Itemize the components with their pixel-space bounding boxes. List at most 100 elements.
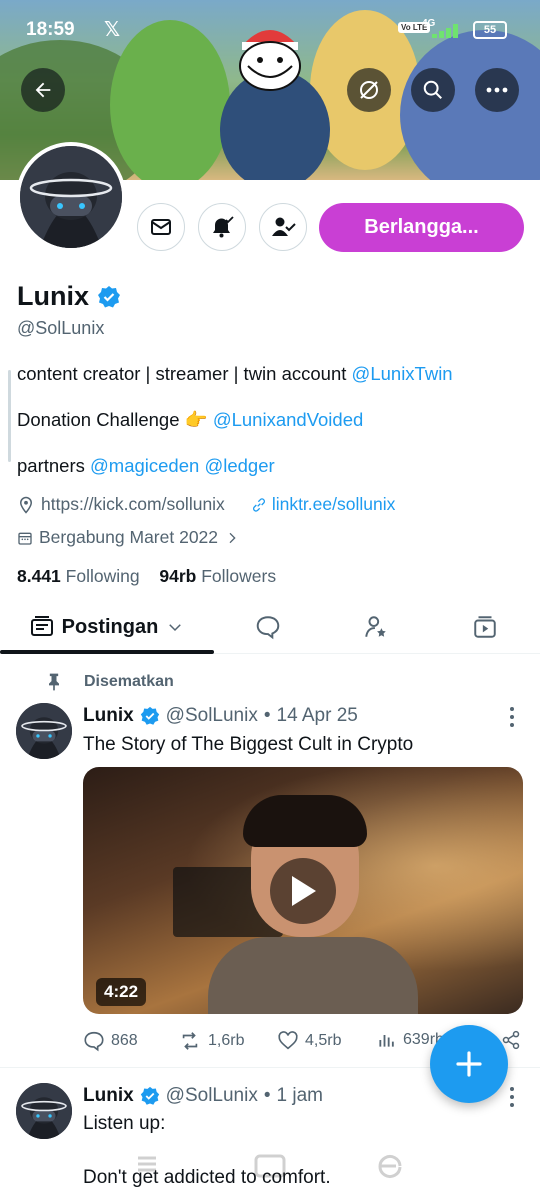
reply-button[interactable]: 868 [83, 1030, 138, 1052]
chevron-right-icon [229, 532, 236, 543]
tab-highlights[interactable] [322, 600, 430, 654]
tab-media[interactable] [430, 600, 540, 654]
mention-link[interactable]: @magiceden [90, 455, 199, 476]
profile-avatar[interactable] [16, 142, 126, 252]
post-author-handle[interactable]: @SolLunix [166, 705, 258, 727]
search-button[interactable] [411, 68, 455, 112]
system-nav-bar[interactable] [0, 1150, 540, 1190]
post-separator: • [263, 1085, 271, 1106]
bio-text: partners [17, 455, 91, 476]
avatar-image [16, 703, 72, 759]
like-button[interactable]: 4,5rb [277, 1030, 341, 1052]
more-button[interactable] [475, 68, 519, 112]
bio-line-2: Donation Challenge 👉 @LunixandVoided [17, 409, 363, 431]
linktree-text: linktr.ee/sollunix [271, 494, 396, 514]
followers-link[interactable]: 94rb Followers [159, 566, 276, 586]
post-more-button[interactable] [504, 707, 520, 727]
verified-badge-icon [140, 706, 159, 725]
person-hair-shape [243, 795, 367, 847]
bell-check-icon [213, 216, 234, 238]
repost-count: 1,6rb [208, 1032, 245, 1049]
mention-link[interactable]: @LunixTwin [352, 363, 453, 384]
more-horizontal-icon [486, 87, 508, 93]
profile-name-text: Lunix [17, 281, 89, 311]
avatar-image [16, 1083, 72, 1139]
followers-label: Followers [201, 566, 277, 586]
profile-links: https://kick.com/sollunix linktr.ee/soll… [17, 494, 395, 515]
pinned-text: Disematkan [84, 673, 174, 690]
linktree-link[interactable]: linktr.ee/sollunix [251, 494, 396, 515]
like-count: 4,5rb [305, 1032, 342, 1049]
message-button[interactable] [137, 203, 185, 251]
bio-text: content creator | streamer | twin accoun… [17, 363, 352, 384]
bar-chart-icon [379, 1035, 394, 1047]
video-duration: 4:22 [96, 978, 147, 1006]
following-link[interactable]: 8.441 Following [17, 566, 140, 586]
grok-icon [360, 81, 378, 99]
post-more-button[interactable] [504, 1087, 520, 1107]
repost-button[interactable]: 1,6rb [178, 1030, 244, 1052]
post-separator: • [263, 705, 271, 726]
post-author-handle[interactable]: @SolLunix [166, 1085, 258, 1107]
play-button[interactable] [270, 858, 336, 924]
heart-icon [278, 1031, 298, 1050]
tab-posts-label: Postingan [61, 615, 159, 638]
avatar-image [20, 146, 122, 248]
menu-icon [138, 1156, 156, 1172]
video-thumbnail[interactable]: 4:22 [83, 767, 523, 1014]
back-nav-icon [378, 1155, 402, 1178]
tab-replies[interactable] [214, 600, 322, 654]
link-icon [252, 497, 265, 512]
tab-posts-content: Postingan [30, 616, 185, 639]
post-avatar[interactable] [16, 703, 72, 759]
tab-active-indicator [0, 650, 214, 654]
reply-icon [84, 1031, 104, 1052]
chevron-down-icon [169, 624, 182, 632]
post-avatar[interactable] [16, 1083, 72, 1139]
joined-text: Bergabung Maret 2022 [39, 527, 219, 547]
profile-name: Lunix [17, 281, 121, 312]
notifications-button[interactable] [198, 203, 246, 251]
tab-posts[interactable]: Postingan [0, 600, 214, 654]
arrow-left-icon [35, 82, 51, 98]
battery-level: 55 [473, 21, 507, 39]
followers-count: 94rb [159, 566, 197, 586]
post-author-name[interactable]: Lunix [83, 705, 134, 727]
plus-icon [456, 1051, 482, 1077]
person-check-icon [272, 217, 296, 236]
repost-icon [182, 1032, 198, 1050]
grok-button[interactable] [347, 68, 391, 112]
mention-link[interactable]: @ledger [204, 455, 274, 476]
play-icon [292, 876, 316, 906]
post-date[interactable]: 14 Apr 25 [277, 705, 358, 727]
pin-icon [49, 673, 59, 691]
post-text-line-1: Listen up: [83, 1113, 166, 1134]
chat-bubble-icon [256, 616, 280, 640]
following-count: 8.441 [17, 566, 61, 586]
mention-link[interactable]: @LunixandVoided [213, 409, 363, 430]
joined-date[interactable]: Bergabung Maret 2022 [17, 527, 240, 548]
post-author-name[interactable]: Lunix [83, 1085, 134, 1107]
scrollbar[interactable] [8, 370, 11, 462]
bio-line-3: partners @magiceden @ledger [17, 455, 275, 477]
back-button[interactable] [21, 68, 65, 112]
verified-badge-icon[interactable] [97, 285, 121, 309]
verified-badge-icon [140, 1086, 159, 1105]
posts-icon [30, 616, 53, 636]
search-icon [423, 80, 442, 99]
follow-stats: 8.441 Following 94rb Followers [17, 566, 276, 587]
post-date[interactable]: 1 jam [277, 1085, 323, 1107]
troll-face-sticker [239, 30, 301, 91]
video-play-icon [474, 616, 496, 638]
post-header: Lunix @SolLunix • 14 Apr 25 [83, 705, 358, 727]
status-time: 18:59 [26, 19, 75, 40]
x-logo-icon: 𝕏 [104, 19, 121, 41]
website-text[interactable]: https://kick.com/sollunix [41, 494, 225, 515]
person-body-shape [208, 937, 418, 1014]
following-label: Following [65, 566, 140, 586]
signal-icon [432, 24, 462, 38]
compose-button[interactable] [430, 1025, 508, 1103]
subscribe-button[interactable]: Berlangga... [319, 203, 524, 252]
location-pin-icon [19, 496, 33, 514]
following-button[interactable] [259, 203, 307, 251]
